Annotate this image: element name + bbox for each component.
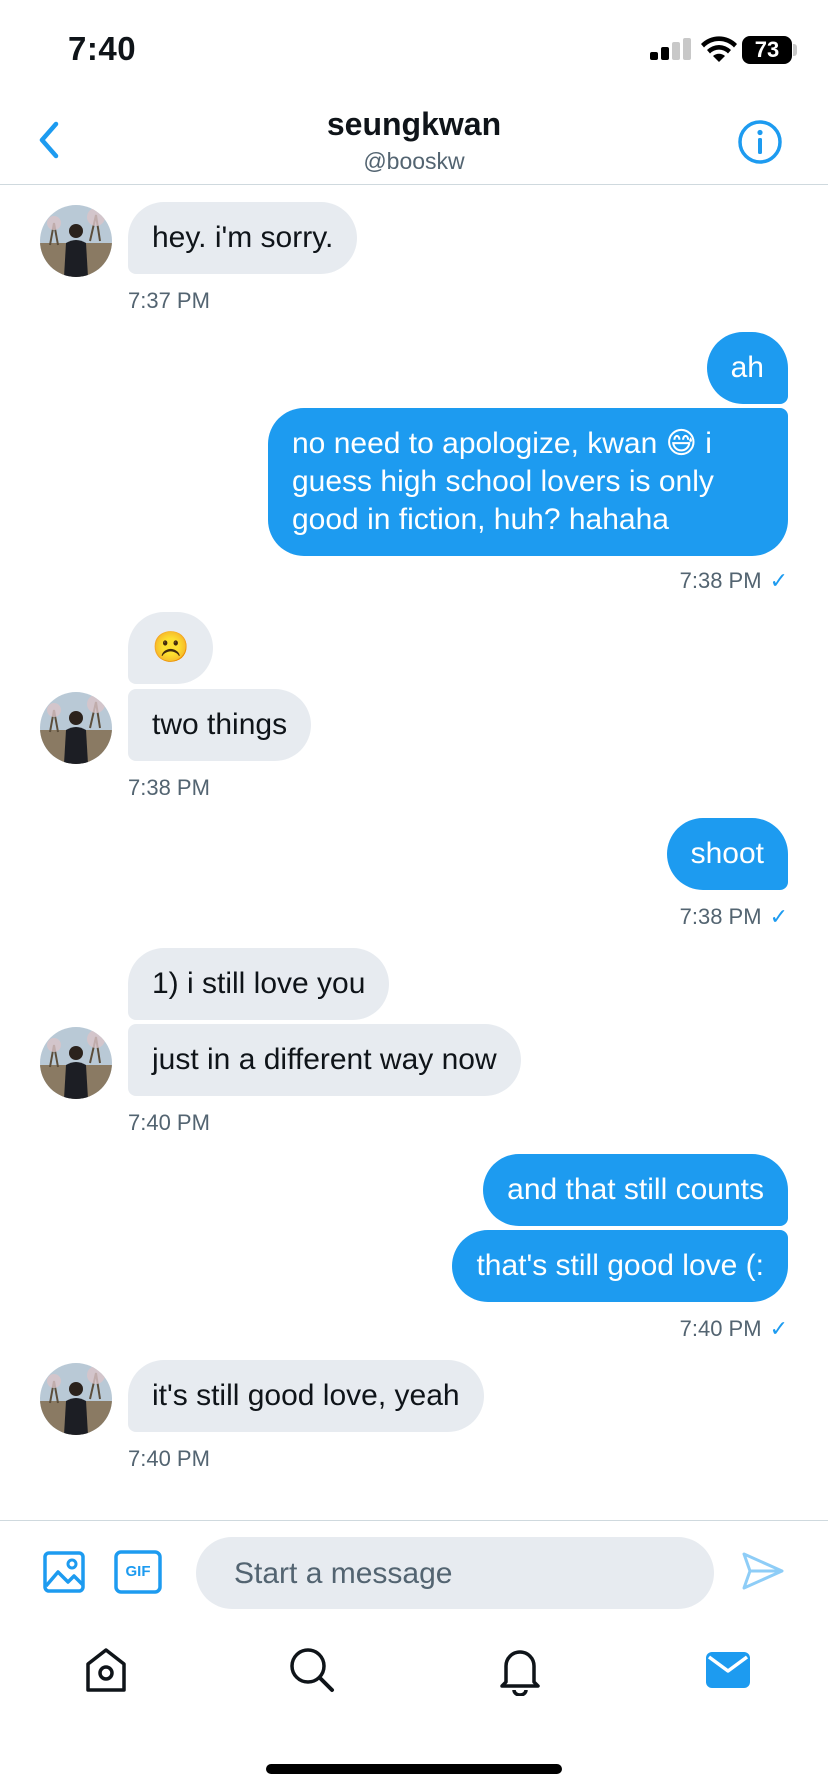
message-input[interactable] bbox=[232, 1537, 696, 1611]
home-icon[interactable] bbox=[80, 1644, 132, 1696]
message-bubble-outgoing[interactable]: that's still good love (: bbox=[452, 1230, 788, 1302]
wifi-icon bbox=[701, 36, 737, 62]
avatar[interactable] bbox=[40, 1363, 112, 1435]
status-time: 7:40 bbox=[68, 30, 137, 67]
message-bubble-outgoing[interactable]: ah bbox=[706, 332, 788, 404]
conversation-handle[interactable]: @booskw bbox=[0, 148, 828, 175]
gif-label: GIF bbox=[125, 1563, 151, 1580]
avatar[interactable] bbox=[40, 1027, 112, 1099]
message-bubble-outgoing[interactable]: and that still counts bbox=[483, 1154, 788, 1226]
message-bubble-incoming[interactable]: hey. i'm sorry. bbox=[128, 202, 358, 274]
cellular-signal-icon bbox=[650, 38, 692, 60]
message-line: guess high school lovers is only bbox=[292, 465, 714, 498]
message-bubble-incoming[interactable]: two things bbox=[128, 689, 312, 761]
bell-icon[interactable] bbox=[494, 1644, 546, 1696]
read-check-icon: ✓ bbox=[769, 904, 788, 929]
message-bubble-incoming[interactable]: just in a different way now bbox=[128, 1024, 521, 1096]
message-bubble-incoming[interactable]: ☹️ bbox=[128, 612, 214, 684]
gif-button[interactable]: GIF bbox=[114, 1550, 162, 1594]
message-line: no need to apologize, kwan 😅 i bbox=[292, 427, 712, 460]
mail-icon[interactable] bbox=[702, 1644, 754, 1696]
message-timestamp: 7:40 PM bbox=[128, 1446, 210, 1471]
message-line: good in fiction, huh? hahaha bbox=[292, 503, 669, 536]
conversation-title[interactable]: seungkwan bbox=[0, 106, 828, 143]
message-timestamp: 7:38 PM ✓ bbox=[680, 904, 788, 930]
avatar[interactable] bbox=[40, 205, 112, 277]
message-timestamp: 7:38 PM ✓ bbox=[680, 568, 788, 594]
message-timestamp: 7:40 PM ✓ bbox=[680, 1316, 788, 1342]
message-composer[interactable] bbox=[196, 1537, 714, 1611]
header-divider bbox=[0, 184, 828, 185]
message-timestamp: 7:40 PM bbox=[128, 1110, 210, 1135]
timestamp-text: 7:38 PM bbox=[679, 568, 762, 593]
avatar[interactable] bbox=[40, 692, 112, 764]
composer-divider bbox=[0, 1520, 828, 1521]
message-timestamp: 7:38 PM bbox=[128, 775, 210, 800]
battery-icon: 73 bbox=[742, 36, 792, 64]
send-icon[interactable] bbox=[740, 1548, 786, 1594]
message-bubble-incoming[interactable]: 1) i still love you bbox=[128, 948, 390, 1020]
search-icon[interactable] bbox=[286, 1644, 338, 1696]
read-check-icon: ✓ bbox=[769, 568, 788, 593]
message-bubble-outgoing[interactable]: shoot bbox=[666, 818, 788, 890]
message-bubble-outgoing[interactable]: no need to apologize, kwan 😅 i guess hig… bbox=[268, 408, 788, 556]
image-icon[interactable] bbox=[42, 1550, 86, 1594]
message-timestamp: 7:37 PM bbox=[128, 288, 210, 313]
message-bubble-incoming[interactable]: it's still good love, yeah bbox=[128, 1360, 484, 1432]
info-icon[interactable] bbox=[736, 118, 784, 166]
read-check-icon: ✓ bbox=[769, 1316, 788, 1341]
timestamp-text: 7:40 PM bbox=[679, 1316, 762, 1341]
home-indicator bbox=[266, 1764, 562, 1774]
battery-tip bbox=[793, 44, 797, 56]
timestamp-text: 7:38 PM bbox=[679, 904, 762, 929]
